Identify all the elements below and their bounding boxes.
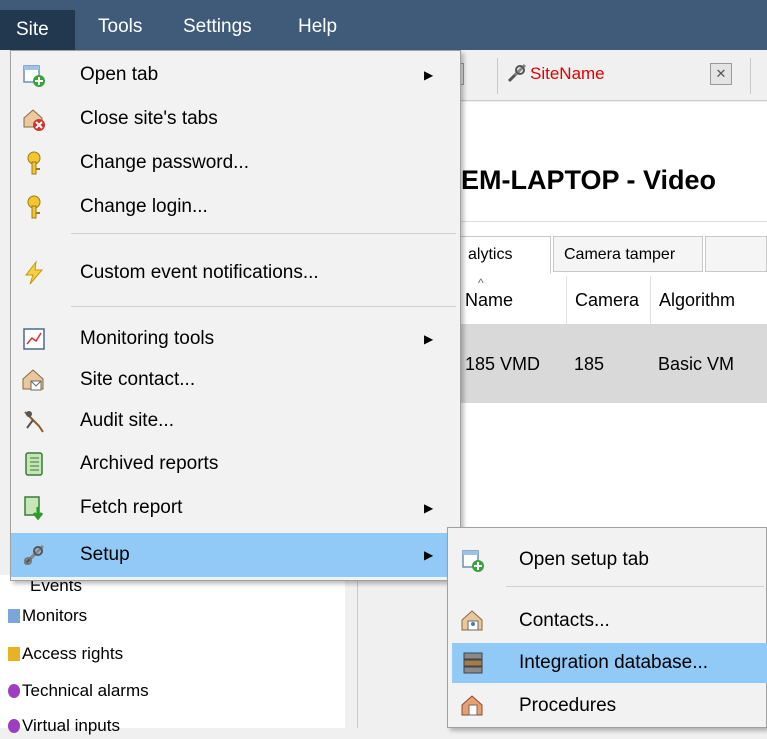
menu-settings[interactable]: Settings — [183, 14, 252, 40]
open-tab-icon — [460, 547, 486, 573]
tab-analytics[interactable]: alytics — [457, 236, 551, 274]
tree-item-label: Virtual inputs — [22, 716, 120, 735]
panel-splitter[interactable] — [345, 575, 358, 728]
submenu-item-procedures[interactable]: Procedures — [452, 686, 767, 726]
key-icon — [21, 150, 47, 176]
tab-camera-tamper[interactable]: Camera tamper — [553, 236, 703, 272]
tree-item-label: Technical alarms — [22, 681, 149, 700]
submenu-item-label: Open setup tab — [519, 549, 649, 570]
key-icon — [21, 194, 47, 220]
fetch-report-icon — [21, 495, 47, 521]
tree-item-virtual-inputs[interactable]: Virtual inputs — [8, 713, 120, 739]
subtab-bar: alytics Camera tamper — [457, 236, 767, 274]
site-tree: Events Monitors Access rights Technical … — [0, 575, 346, 735]
title-divider — [457, 221, 767, 222]
tools-icon — [21, 542, 47, 568]
menu-separator — [71, 306, 456, 307]
submenu-item-contacts[interactable]: Contacts... — [452, 601, 767, 641]
contact-icon — [460, 608, 486, 634]
submenu-arrow-icon: ▶ — [424, 548, 434, 562]
menu-item-audit-site[interactable]: Audit site... — [11, 401, 460, 441]
submenu-arrow-icon: ▶ — [424, 332, 434, 346]
menu-item-label: Monitoring tools — [80, 328, 215, 349]
menu-item-monitoring-tools[interactable]: Monitoring tools ▶ — [11, 319, 460, 359]
alarm-icon — [8, 684, 20, 698]
column-header-camera[interactable]: Camera — [567, 276, 651, 324]
tree-item-monitors[interactable]: Monitors — [8, 603, 87, 629]
table-row[interactable]: 185 VMD 185 Basic VM — [457, 325, 767, 403]
menu-item-archived-reports[interactable]: Archived reports — [11, 444, 460, 484]
menu-item-change-password[interactable]: Change password... — [11, 143, 460, 183]
cell-algorithm: Basic VM — [658, 354, 735, 374]
menu-item-label: Archived reports — [80, 453, 219, 474]
procedures-icon — [460, 693, 486, 719]
menu-separator — [71, 233, 456, 234]
submenu-item-label: Contacts... — [519, 610, 610, 631]
chart-icon — [21, 326, 47, 352]
menu-item-label: Audit site... — [80, 410, 174, 431]
lock-icon — [8, 647, 20, 661]
lightning-icon — [21, 260, 47, 286]
setup-submenu: Open setup tab Contacts... Integration d… — [447, 527, 767, 728]
site-tab-label[interactable]: SiteName — [530, 63, 605, 85]
tree-item-access-rights[interactable]: Access rights — [8, 641, 123, 667]
menu-item-fetch-report[interactable]: Fetch report ▶ — [11, 488, 460, 528]
database-icon — [460, 650, 486, 676]
menu-item-custom-event-notifications[interactable]: Custom event notifications... — [11, 253, 460, 293]
menu-item-close-site-tabs[interactable]: Close site's tabs — [11, 99, 460, 139]
notebook-icon — [21, 451, 47, 477]
tools-icon — [505, 61, 529, 90]
table-header: Name Camera Algorithm — [457, 276, 767, 325]
menu-item-label: Open tab — [80, 64, 159, 85]
site-tab-close-button[interactable]: ✕ — [710, 63, 732, 85]
menu-site[interactable]: Site — [0, 10, 75, 50]
audit-icon — [21, 408, 47, 434]
column-header-name[interactable]: Name — [457, 276, 567, 324]
tree-item-technical-alarms[interactable]: Technical alarms — [8, 678, 149, 704]
menu-tools[interactable]: Tools — [98, 14, 142, 40]
column-header-algorithm[interactable]: Algorithm — [651, 276, 767, 324]
menu-item-label: Change login... — [80, 196, 208, 217]
open-tab-icon — [21, 62, 47, 88]
input-icon — [8, 719, 20, 733]
contact-icon — [21, 367, 47, 393]
menu-bar: Site Tools Settings Help — [0, 0, 767, 50]
menu-item-label: Custom event notifications... — [80, 262, 319, 283]
tree-item-label: Monitors — [22, 606, 88, 625]
submenu-arrow-icon: ▶ — [424, 68, 434, 82]
menu-item-label: Setup — [80, 544, 130, 565]
tab-next[interactable] — [705, 236, 767, 272]
sort-caret-icon: ^ — [478, 276, 484, 290]
menu-help[interactable]: Help — [298, 14, 337, 40]
tab-separator — [750, 58, 751, 94]
submenu-item-open-setup-tab[interactable]: Open setup tab — [452, 540, 767, 580]
tab-separator — [497, 58, 498, 94]
menu-item-open-tab[interactable]: Open tab ▶ — [11, 55, 460, 95]
menu-item-setup[interactable]: Setup ▶ — [11, 533, 460, 577]
monitor-icon — [8, 609, 20, 623]
submenu-item-label: Procedures — [519, 695, 617, 716]
menu-item-site-contact[interactable]: Site contact... — [11, 360, 460, 400]
menu-item-change-login[interactable]: Change login... — [11, 187, 460, 227]
cell-camera: 185 — [574, 354, 605, 374]
menu-item-label: Close site's tabs — [80, 108, 218, 129]
menu-separator — [506, 586, 764, 587]
tree-item-label: Access rights — [22, 644, 124, 663]
close-tabs-icon — [21, 106, 47, 132]
menu-item-label: Change password... — [80, 152, 249, 173]
submenu-item-label: Integration database... — [519, 652, 709, 673]
submenu-item-integration-database[interactable]: Integration database... — [452, 643, 767, 683]
submenu-arrow-icon: ▶ — [424, 501, 434, 515]
cell-name: 185 VMD — [465, 354, 541, 374]
site-menu: Open tab ▶ Close site's tabs Change pass… — [10, 50, 461, 581]
page-title: EM-LAPTOP - Video — [461, 165, 717, 195]
menu-item-label: Fetch report — [80, 497, 183, 518]
menu-item-label: Site contact... — [80, 369, 196, 390]
